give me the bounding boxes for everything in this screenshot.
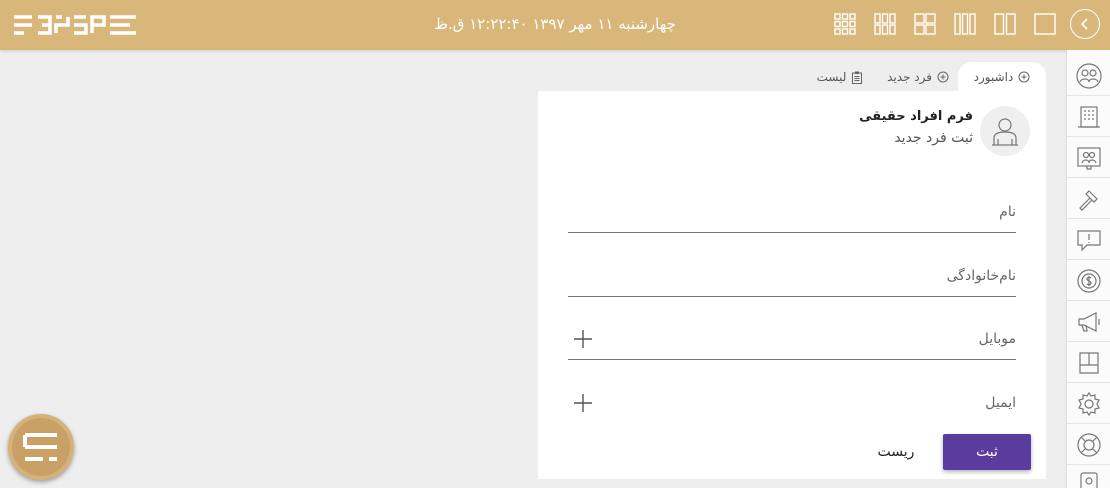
add-email-icon[interactable] — [574, 394, 592, 412]
tab-list[interactable]: لیست — [804, 62, 876, 92]
plus-circle-icon — [937, 71, 949, 83]
users-circle-icon[interactable] — [1067, 56, 1110, 96]
tab-label: داشبورد — [973, 70, 1014, 84]
book-icon[interactable] — [1067, 343, 1110, 383]
first-name-field — [568, 193, 1016, 233]
grid-2x2-icon[interactable] — [912, 11, 938, 37]
brand-mark-icon — [23, 433, 57, 461]
grid-3x3-icon[interactable] — [832, 11, 858, 37]
mobile-field — [568, 320, 1016, 360]
form-subtitle: ثبت فرد جدید — [894, 130, 973, 146]
first-name-input[interactable] — [608, 193, 1016, 231]
tab-dashboard[interactable]: داشبورد — [958, 62, 1046, 92]
tab-label: فرد جدید — [887, 70, 932, 84]
brand-logo — [14, 15, 136, 35]
columns-2-icon[interactable] — [992, 11, 1018, 37]
tab-label: لیست — [816, 70, 847, 84]
add-mobile-icon[interactable] — [574, 330, 592, 348]
plus-circle-icon — [1018, 71, 1030, 83]
email-input[interactable] — [608, 384, 1016, 422]
right-sidebar — [1066, 50, 1110, 488]
people-board-icon[interactable] — [1067, 138, 1110, 178]
date-time: چهارشنبه ۱۱ مهر ۱۳۹۷ ۱۲:۲۲:۴۰ ق.ظ — [434, 15, 676, 33]
lifebuoy-icon[interactable] — [1067, 425, 1110, 465]
hammer-icon[interactable] — [1067, 179, 1110, 219]
grid-3x2-icon[interactable] — [872, 11, 898, 37]
dollar-coin-icon[interactable] — [1067, 261, 1110, 301]
tab-bar: داشبورد فرد جدید لیست — [790, 60, 1046, 92]
chevron-left-icon — [1080, 18, 1088, 30]
mobile-input[interactable] — [608, 320, 1016, 358]
single-pane-icon[interactable] — [1032, 11, 1058, 37]
collapse-sidebar-button[interactable] — [1070, 9, 1100, 39]
tab-new-person[interactable]: فرد جدید — [882, 62, 954, 92]
floating-logo-button[interactable] — [8, 414, 74, 480]
person-form-card: فرم افراد حقیقی ثبت فرد جدید ثبت ریست — [538, 91, 1046, 479]
email-field — [568, 384, 1016, 424]
columns-3-icon[interactable] — [952, 11, 978, 37]
megaphone-icon[interactable] — [1067, 302, 1110, 342]
person-avatar-icon — [980, 106, 1030, 156]
reset-button[interactable]: ریست — [856, 434, 936, 470]
alert-message-icon[interactable] — [1067, 220, 1110, 260]
gear-icon[interactable] — [1067, 384, 1110, 424]
clipboard-icon — [851, 71, 863, 84]
submit-button[interactable]: ثبت — [943, 434, 1031, 470]
last-name-field — [568, 257, 1016, 297]
last-name-input[interactable] — [608, 257, 1016, 295]
badge-icon[interactable] — [1067, 466, 1110, 488]
top-header: چهارشنبه ۱۱ مهر ۱۳۹۷ ۱۲:۲۲:۴۰ ق.ظ — [0, 0, 1110, 50]
form-title: فرم افراد حقیقی — [859, 109, 973, 124]
building-icon[interactable] — [1067, 97, 1110, 137]
